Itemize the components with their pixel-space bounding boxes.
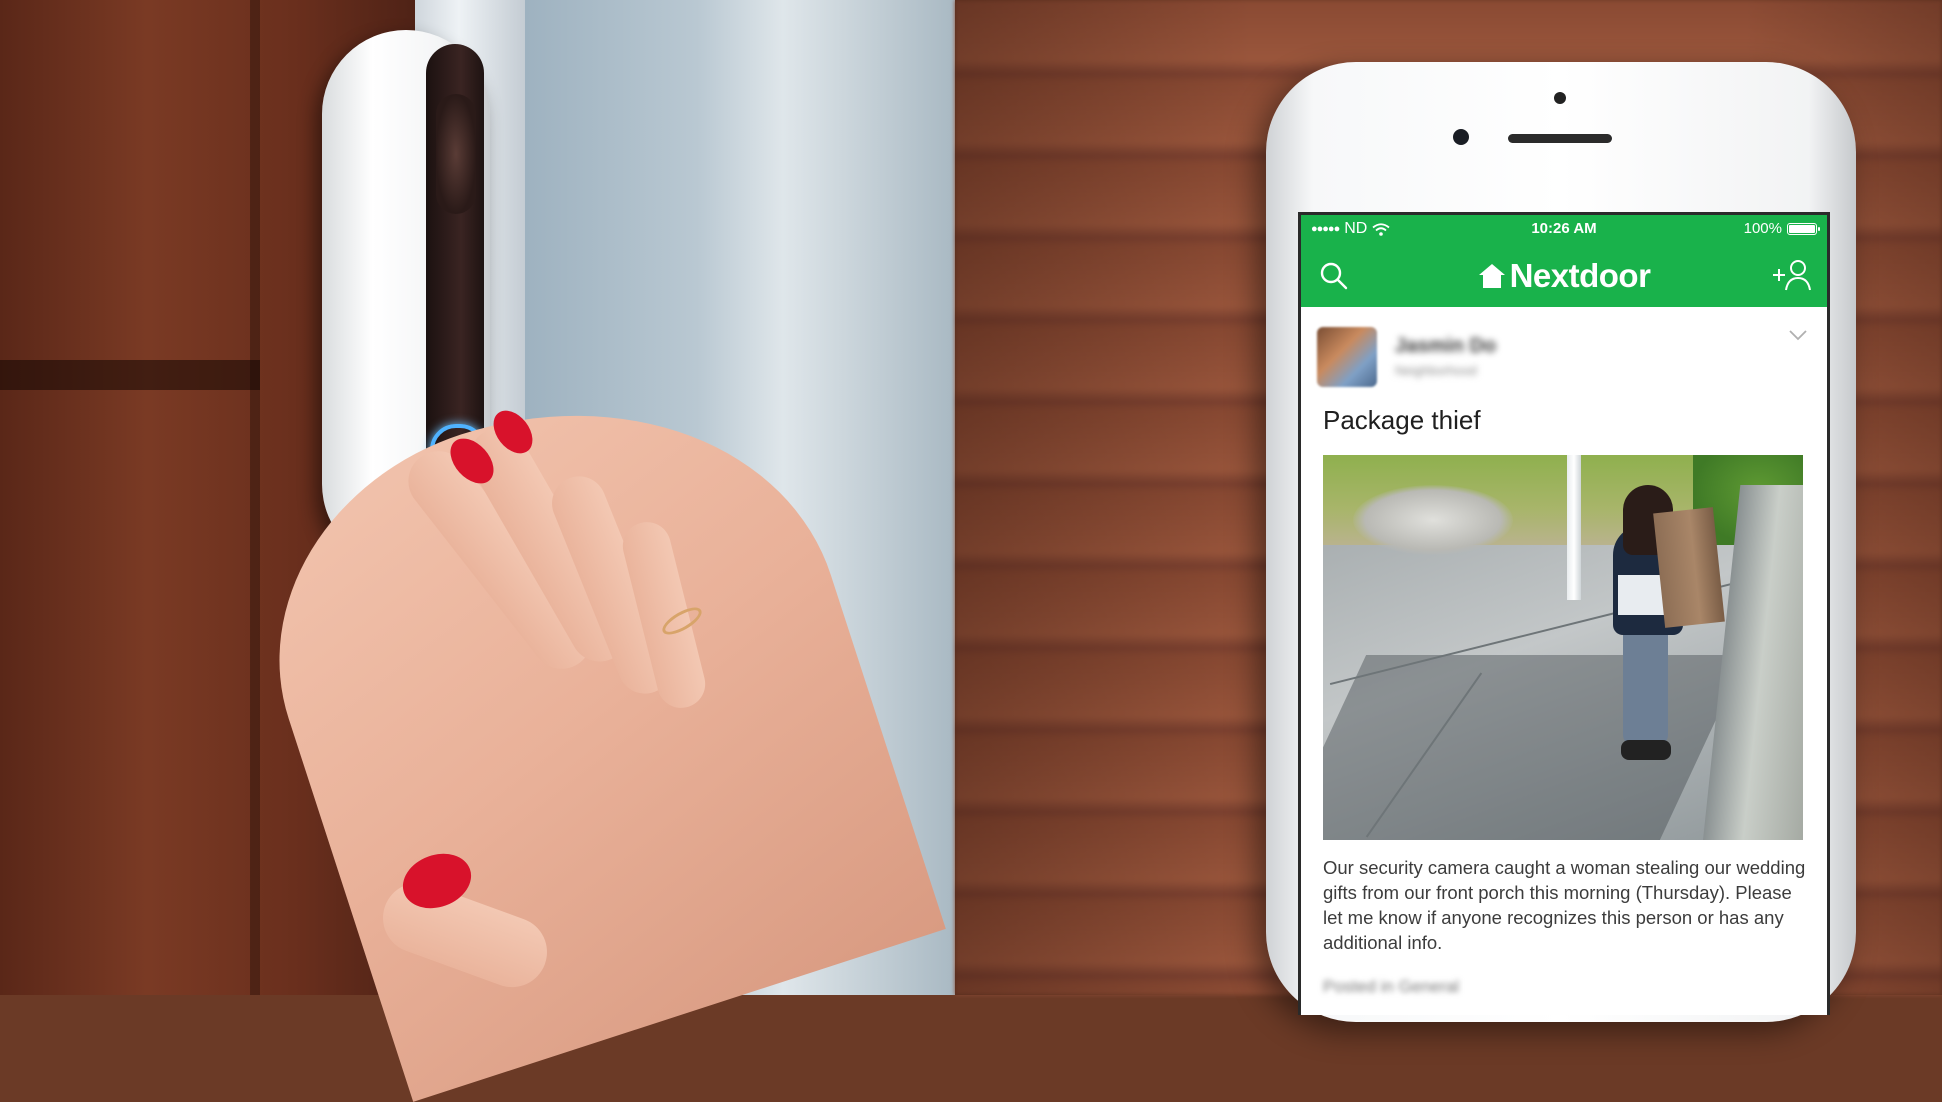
- post-category[interactable]: Posted in General: [1323, 977, 1459, 997]
- image-rocks: [1353, 485, 1513, 555]
- avatar[interactable]: [1317, 327, 1377, 387]
- chevron-down-icon[interactable]: [1789, 329, 1807, 341]
- front-camera: [1453, 129, 1469, 145]
- phone-speaker: [1508, 134, 1612, 143]
- image-package-box: [1653, 507, 1725, 628]
- app-logo[interactable]: Nextdoor: [1301, 257, 1827, 295]
- phone-sensor: [1554, 92, 1566, 104]
- battery-percent: 100%: [1743, 220, 1782, 237]
- house-icon: [1478, 264, 1505, 288]
- smartphone: ●●●●● ND 10:26 AM 100% Nextdoor Jasmin D…: [1266, 62, 1856, 1022]
- status-bar: ●●●●● ND 10:26 AM 100%: [1301, 215, 1827, 243]
- add-user-icon[interactable]: [1771, 257, 1813, 293]
- author-meta: Neighborhood: [1395, 363, 1477, 378]
- image-person-feet: [1621, 740, 1671, 760]
- app-brand-name: Nextdoor: [1509, 257, 1651, 294]
- app-navbar: Nextdoor: [1301, 243, 1827, 307]
- phone-screen: ●●●●● ND 10:26 AM 100% Nextdoor Jasmin D…: [1298, 212, 1830, 1015]
- post-header: Jasmin Do Neighborhood: [1301, 307, 1827, 387]
- post-title: Package thief: [1323, 405, 1481, 435]
- doorbell-camera-lens: [436, 94, 476, 214]
- post-body: Our security camera caught a woman steal…: [1323, 857, 1806, 953]
- status-right: 100%: [1743, 220, 1820, 237]
- post-image[interactable]: [1323, 455, 1803, 840]
- battery-icon: [1787, 222, 1820, 235]
- author-name[interactable]: Jasmin Do: [1395, 335, 1496, 358]
- image-porch-post: [1567, 455, 1581, 600]
